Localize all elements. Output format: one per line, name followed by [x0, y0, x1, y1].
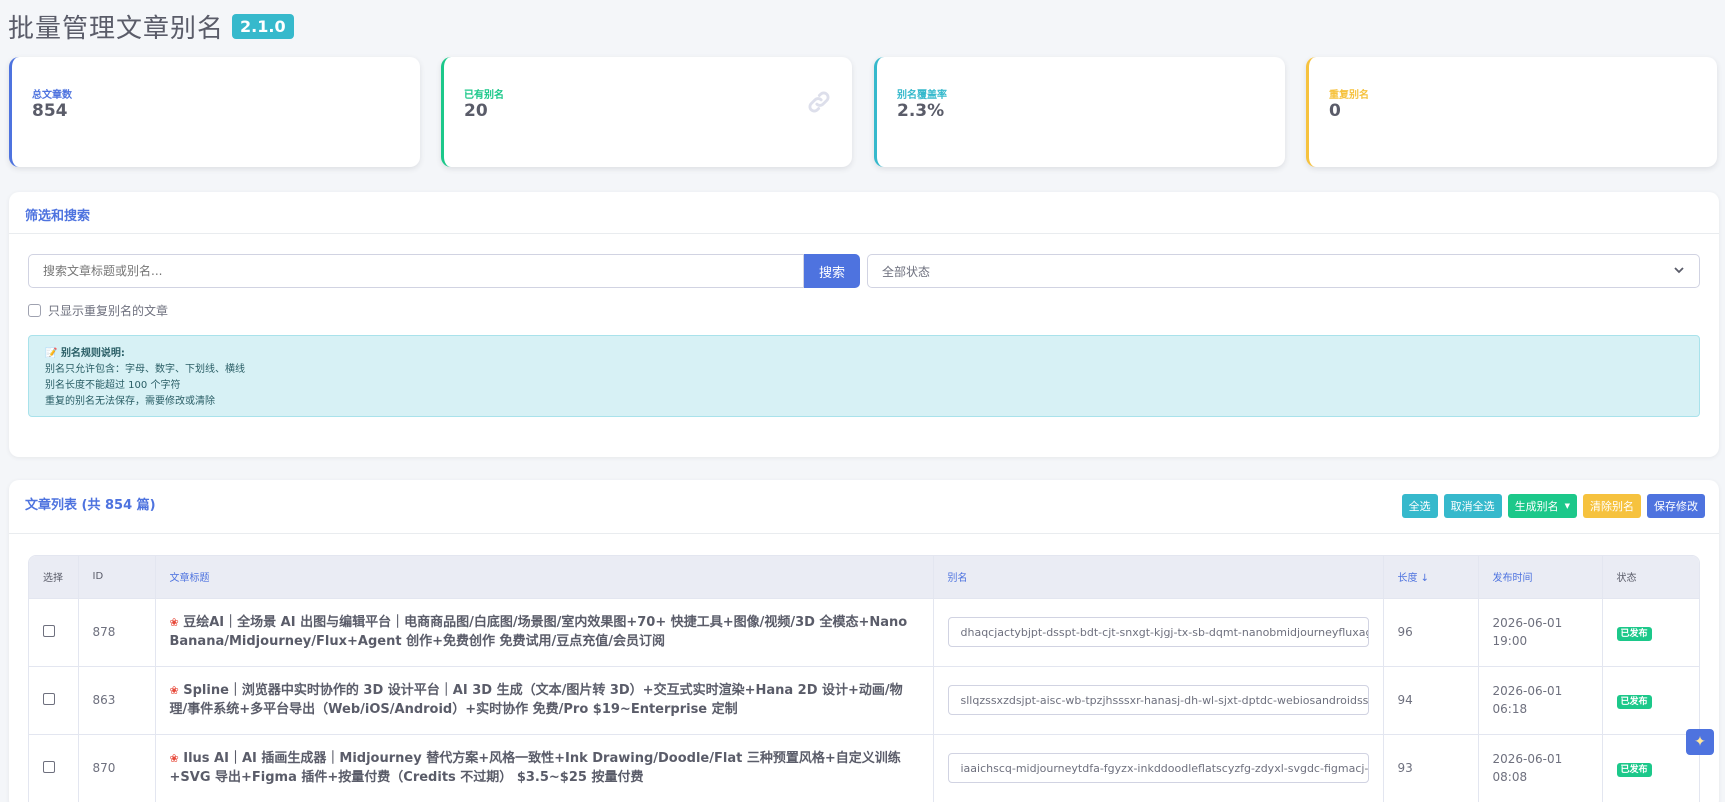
row-title-cell: ❀ Spline｜浏览器中实时协作的 3D 设计平台｜AI 3D 生成（文本/图…: [155, 665, 934, 734]
row-title-cell: ❀ Ilus AI｜AI 插画生成器｜Midjourney 替代方案+风格一致性…: [155, 733, 934, 802]
search-group: 搜索: [28, 254, 860, 288]
table-row: 870 ❀ Ilus AI｜AI 插画生成器｜Midjourney 替代方案+风…: [29, 733, 1699, 802]
rules-line: 别名长度不能超过 100 个字符: [45, 380, 181, 391]
select-all-button[interactable]: 全选: [1401, 494, 1438, 518]
duplicate-only-label: 只显示重复别名的文章: [48, 304, 169, 318]
stat-label: 总文章数: [32, 90, 72, 101]
post-icon: ❀: [169, 616, 179, 629]
alias-input[interactable]: dhaqcjactybjpt-dsspt-bdt-cjt-snxgt-kjgj-…: [947, 617, 1369, 647]
post-icon: ❀: [169, 684, 179, 697]
stat-card-coverage: 别名覆盖率 2.3%: [874, 57, 1285, 167]
row-time: 19:00: [1492, 634, 1528, 648]
alias-rules-alert: 📝 别名规则说明: 别名只允许包含：字母、数字、下划线、横线 别名长度不能超过 …: [28, 335, 1700, 417]
duplicate-only-checkbox[interactable]: [28, 304, 41, 317]
row-id: 878: [78, 597, 156, 666]
stat-value: 20: [464, 101, 488, 121]
row-time: 08:08: [1492, 770, 1528, 785]
col-status: 状态: [1602, 556, 1699, 598]
page-title-area: 批量管理文章别名 2.1.0: [8, 8, 294, 45]
status-select-value: 全部状态: [882, 264, 931, 279]
row-checkbox[interactable]: [43, 760, 55, 773]
duplicate-only-option[interactable]: 只显示重复别名的文章: [28, 302, 168, 319]
search-input[interactable]: [28, 254, 804, 288]
filter-panel: 筛选和搜索 搜索 全部状态 只显示重复别名的文章 📝 别名规则说明: 别名只允许…: [9, 192, 1719, 457]
rules-title-row: 📝 别名规则说明:: [45, 346, 1683, 362]
row-date: 2026-06-01: [1492, 616, 1563, 630]
row-date-cell: 2026-06-01 08:08: [1478, 733, 1603, 802]
post-icon: ❀: [169, 752, 179, 766]
stat-card-duplicates: 重复别名 0: [1306, 57, 1717, 167]
stat-label: 重复别名: [1329, 90, 1369, 101]
row-id: 870: [78, 733, 156, 802]
row-id: 863: [78, 665, 156, 734]
row-checkbox[interactable]: [43, 692, 55, 705]
stat-card-with-alias: 已有别名 20: [441, 57, 852, 167]
page-title: 批量管理文章别名: [8, 14, 225, 44]
col-select: 选择: [29, 556, 79, 598]
row-length: 96: [1383, 597, 1479, 666]
generate-alias-button[interactable]: 生成别名 ▼: [1507, 494, 1577, 518]
table-row: 878 ❀ 豆绘AI｜全场景 AI 出图与编辑平台｜电商商品图/白底图/场景图/…: [29, 597, 1699, 666]
table-header-row: 选择 ID 文章标题 别名 长度 ↓ 发布时间 状态: [29, 556, 1699, 598]
row-date: 2026-06-01: [1492, 684, 1563, 698]
row-title: Ilus AI｜AI 插画生成器｜Midjourney 替代方案+风格一致性+I…: [169, 751, 901, 786]
row-date-cell: 2026-06-01 06:18: [1478, 665, 1603, 734]
stat-value: 0: [1329, 101, 1341, 121]
row-title: 豆绘AI｜全场景 AI 出图与编辑平台｜电商商品图/白底图/场景图/室内效果图+…: [169, 615, 908, 649]
link-icon: [806, 89, 832, 119]
filter-heading: 筛选和搜索: [9, 192, 1719, 234]
row-date-cell: 2026-06-01 19:00: [1478, 597, 1603, 666]
stat-label: 别名覆盖率: [897, 90, 947, 101]
status-badge: 已发布: [1616, 695, 1652, 709]
col-alias[interactable]: 别名: [933, 556, 1384, 598]
search-button[interactable]: 搜索: [804, 254, 860, 288]
col-date[interactable]: 发布时间: [1478, 556, 1603, 598]
table-row: 863 ❀ Spline｜浏览器中实时协作的 3D 设计平台｜AI 3D 生成（…: [29, 665, 1699, 734]
stat-card-total-posts: 总文章数 854: [9, 57, 420, 167]
row-length: 93: [1383, 733, 1479, 802]
row-title-cell: ❀ 豆绘AI｜全场景 AI 出图与编辑平台｜电商商品图/白底图/场景图/室内效果…: [155, 597, 934, 666]
bulk-actions: 全选 取消全选 生成别名 ▼ 清除别名 保存修改: [1401, 494, 1705, 518]
memo-icon: 📝: [45, 348, 58, 359]
stat-label: 已有别名: [464, 90, 504, 101]
stat-value: 2.3%: [897, 101, 945, 121]
col-id: ID: [78, 556, 156, 598]
stat-value: 854: [32, 101, 68, 121]
chevron-down-icon: [1673, 264, 1685, 279]
generate-alias-label: 生成别名: [1514, 500, 1559, 513]
deselect-all-button[interactable]: 取消全选: [1443, 494, 1502, 518]
status-select[interactable]: 全部状态: [867, 254, 1700, 288]
post-list-panel: 文章列表 (共 854 篇) 全选 取消全选 生成别名 ▼ 清除别名 保存修改 …: [9, 480, 1719, 802]
sparkle-icon-button[interactable]: ✦: [1686, 729, 1714, 755]
col-length[interactable]: 长度 ↓: [1383, 556, 1479, 598]
status-badge: 已发布: [1616, 627, 1652, 641]
row-checkbox[interactable]: [43, 624, 55, 637]
status-badge: 已发布: [1616, 763, 1652, 778]
rules-line: 别名只允许包含：字母、数字、下划线、横线: [45, 364, 245, 375]
save-changes-button[interactable]: 保存修改: [1647, 494, 1705, 518]
version-badge: 2.1.0: [232, 14, 294, 39]
rules-line: 重复的别名无法保存，需要修改或清除: [45, 396, 215, 407]
rules-title: 别名规则说明:: [60, 348, 125, 359]
row-length: 94: [1383, 665, 1479, 734]
col-title[interactable]: 文章标题: [155, 556, 934, 598]
row-time: 06:18: [1492, 702, 1528, 716]
clear-alias-button[interactable]: 清除别名: [1583, 494, 1641, 518]
alias-input[interactable]: sllqzssxzdsjpt-aisc-wb-tpzjhsssxr-hanasj…: [947, 685, 1369, 715]
row-date: 2026-06-01: [1492, 752, 1563, 767]
row-title: Spline｜浏览器中实时协作的 3D 设计平台｜AI 3D 生成（文本/图片转…: [169, 683, 903, 717]
alias-input[interactable]: iaaichscq-midjourneytdfa-fgyzx-inkddoodl…: [947, 753, 1369, 784]
post-table: 选择 ID 文章标题 别名 长度 ↓ 发布时间 状态 878 ❀ 豆绘AI｜全场…: [28, 555, 1700, 802]
caret-down-icon: ▼: [1564, 502, 1570, 510]
